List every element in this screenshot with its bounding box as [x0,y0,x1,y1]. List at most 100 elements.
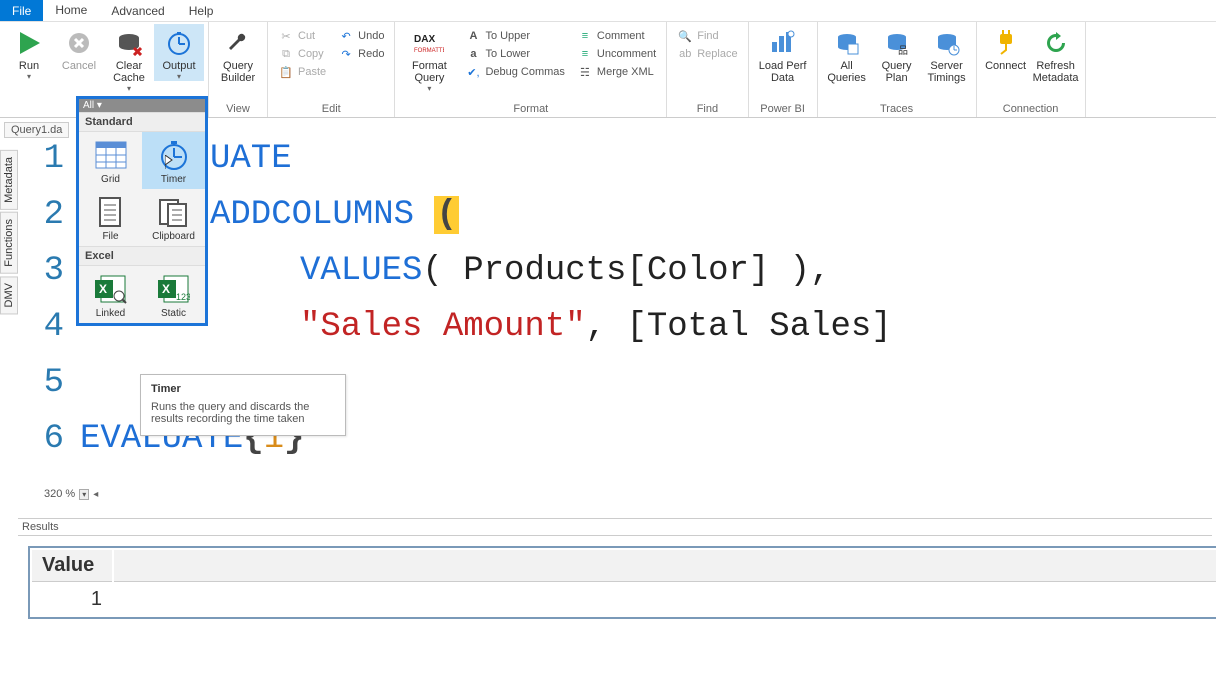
code-token: "Sales Amount" [300,308,586,346]
lower-icon: a [465,46,481,62]
run-button[interactable]: Run ▾ [4,24,54,81]
clear-cache-button[interactable]: Clear Cache ▾ [104,24,154,93]
all-queries-button[interactable]: All Queries [822,24,872,84]
all-queries-label: All Queries [827,60,866,84]
powerbi-group-label: Power BI [753,103,813,117]
comma-icon: ✔, [465,64,481,80]
code-token: UATE [210,140,292,178]
copy-icon: ⧉ [278,46,294,62]
view-group-label: View [213,103,263,117]
menu-home[interactable]: Home [43,0,99,21]
side-tab-metadata[interactable]: Metadata [0,150,18,210]
results-grid[interactable]: Value 1 [28,546,1216,619]
menu-help[interactable]: Help [177,0,226,21]
connection-group-label: Connection [981,103,1081,117]
output-option-file[interactable]: File [79,189,142,246]
code-token: VALUES [300,252,422,290]
output-section-excel: Excel [79,246,205,266]
to-upper-button[interactable]: ATo Upper [465,28,564,44]
output-option-static-label: Static [161,308,186,319]
refresh-icon [1041,28,1071,58]
output-option-file-label: File [102,231,118,242]
to-lower-button[interactable]: a To Lower [465,46,564,62]
dax-icon: DAXFORMATTER [414,28,444,58]
replace-icon: ab [677,46,693,62]
output-option-timer[interactable]: Timer [142,132,205,189]
code-editor[interactable]: 1 UATE 2 ADDCOLUMNS ( 3 VALUES ( Product… [40,140,1210,500]
excel-static-icon: X123 [157,272,191,306]
paste-button[interactable]: 📋Paste [278,64,326,80]
code-token: ADDCOLUMNS [210,196,414,234]
output-button[interactable]: Output ▾ [154,24,204,81]
paste-icon: 📋 [278,64,294,80]
code-token: ( Products[Color] ), [422,252,830,290]
menu-advanced[interactable]: Advanced [99,0,176,21]
ribbon-group-powerbi: Load Perf Data Power BI [749,22,818,117]
format-group-label: Format [399,103,662,117]
output-icon [164,28,194,58]
connect-button[interactable]: Connect [981,24,1031,72]
clear-cache-label: Clear Cache [113,60,145,84]
undo-icon: ↶ [338,28,354,44]
tooltip-body: Runs the query and discards the results … [151,401,335,425]
side-tab-dmv[interactable]: DMV [0,276,18,314]
zoom-indicator[interactable]: 320 % ▾ ◂ [44,488,98,500]
plug-icon [991,28,1021,58]
to-lower-label: To Lower [485,48,530,60]
load-perf-button[interactable]: Load Perf Data [753,24,813,84]
merge-xml-label: Merge XML [597,66,654,78]
find-button[interactable]: 🔍Find [677,28,737,44]
refresh-meta-label: Refresh Metadata [1033,60,1079,84]
output-dropdown-header[interactable]: All ▾ [79,99,205,112]
comment-button[interactable]: ≡Comment [577,28,656,44]
output-option-static[interactable]: X123 Static [142,266,205,323]
replace-label: Replace [697,48,737,60]
code-token-highlighted: ( [434,196,458,234]
clipboard-icon [157,195,191,229]
side-tab-functions[interactable]: Functions [0,212,18,274]
redo-button[interactable]: ↷Redo [338,46,384,62]
zoom-value: 320 % [44,488,75,500]
output-option-grid[interactable]: Grid [79,132,142,189]
ribbon-group-find: 🔍Find ab Replace Find [667,22,748,117]
cancel-button[interactable]: Cancel [54,24,104,72]
server-timings-label: Server Timings [928,60,966,84]
excel-linked-icon: X [94,272,128,306]
server-timings-button[interactable]: Server Timings [922,24,972,84]
query-builder-label: Query Builder [221,60,255,84]
output-dropdown: All ▾ Standard Grid Timer File Clipboard [76,96,208,326]
cut-label: Cut [298,30,315,42]
comment-label: Comment [597,30,645,42]
redo-label: Redo [358,48,384,60]
output-option-clipboard[interactable]: Clipboard [142,189,205,246]
copy-button[interactable]: ⧉Copy [278,46,326,62]
find-label: Find [697,30,718,42]
merge-xml-button[interactable]: ☵ Merge XML [577,64,656,80]
undo-button[interactable]: ↶Undo [338,28,384,44]
merge-icon: ☵ [577,64,593,80]
uncomment-label: Uncomment [597,48,656,60]
output-option-linked[interactable]: X Linked [79,266,142,323]
refresh-metadata-button[interactable]: Refresh Metadata [1031,24,1081,84]
cut-button[interactable]: ✂Cut [278,28,326,44]
debug-commas-button[interactable]: ✔,Debug Commas [465,64,564,80]
edit-group-label: Edit [272,103,390,117]
menu-file[interactable]: File [0,0,43,21]
replace-button[interactable]: ab Replace [677,46,737,62]
query-plan-button[interactable]: 品 Query Plan [872,24,922,84]
gutter-line: 3 [40,252,80,290]
output-option-clipboard-label: Clipboard [152,231,195,242]
uncomment-button[interactable]: ≡Uncomment [577,46,656,62]
query-builder-button[interactable]: Query Builder [213,24,263,84]
connect-label: Connect [985,60,1026,72]
tooltip-title: Timer [151,383,335,395]
upper-icon: A [465,28,481,44]
ribbon-group-format: DAXFORMATTER Format Query ▾ ATo Upper aT… [395,22,667,117]
format-query-label: Format Query [412,60,447,84]
format-query-button[interactable]: DAXFORMATTER Format Query ▾ [399,24,459,93]
svg-text:DAX: DAX [414,34,435,45]
scroll-left-icon[interactable]: ◂ [93,489,98,500]
gutter-line: 5 [40,364,80,402]
document-tab[interactable]: Query1.da [4,122,69,138]
results-header[interactable]: Value [32,550,112,582]
